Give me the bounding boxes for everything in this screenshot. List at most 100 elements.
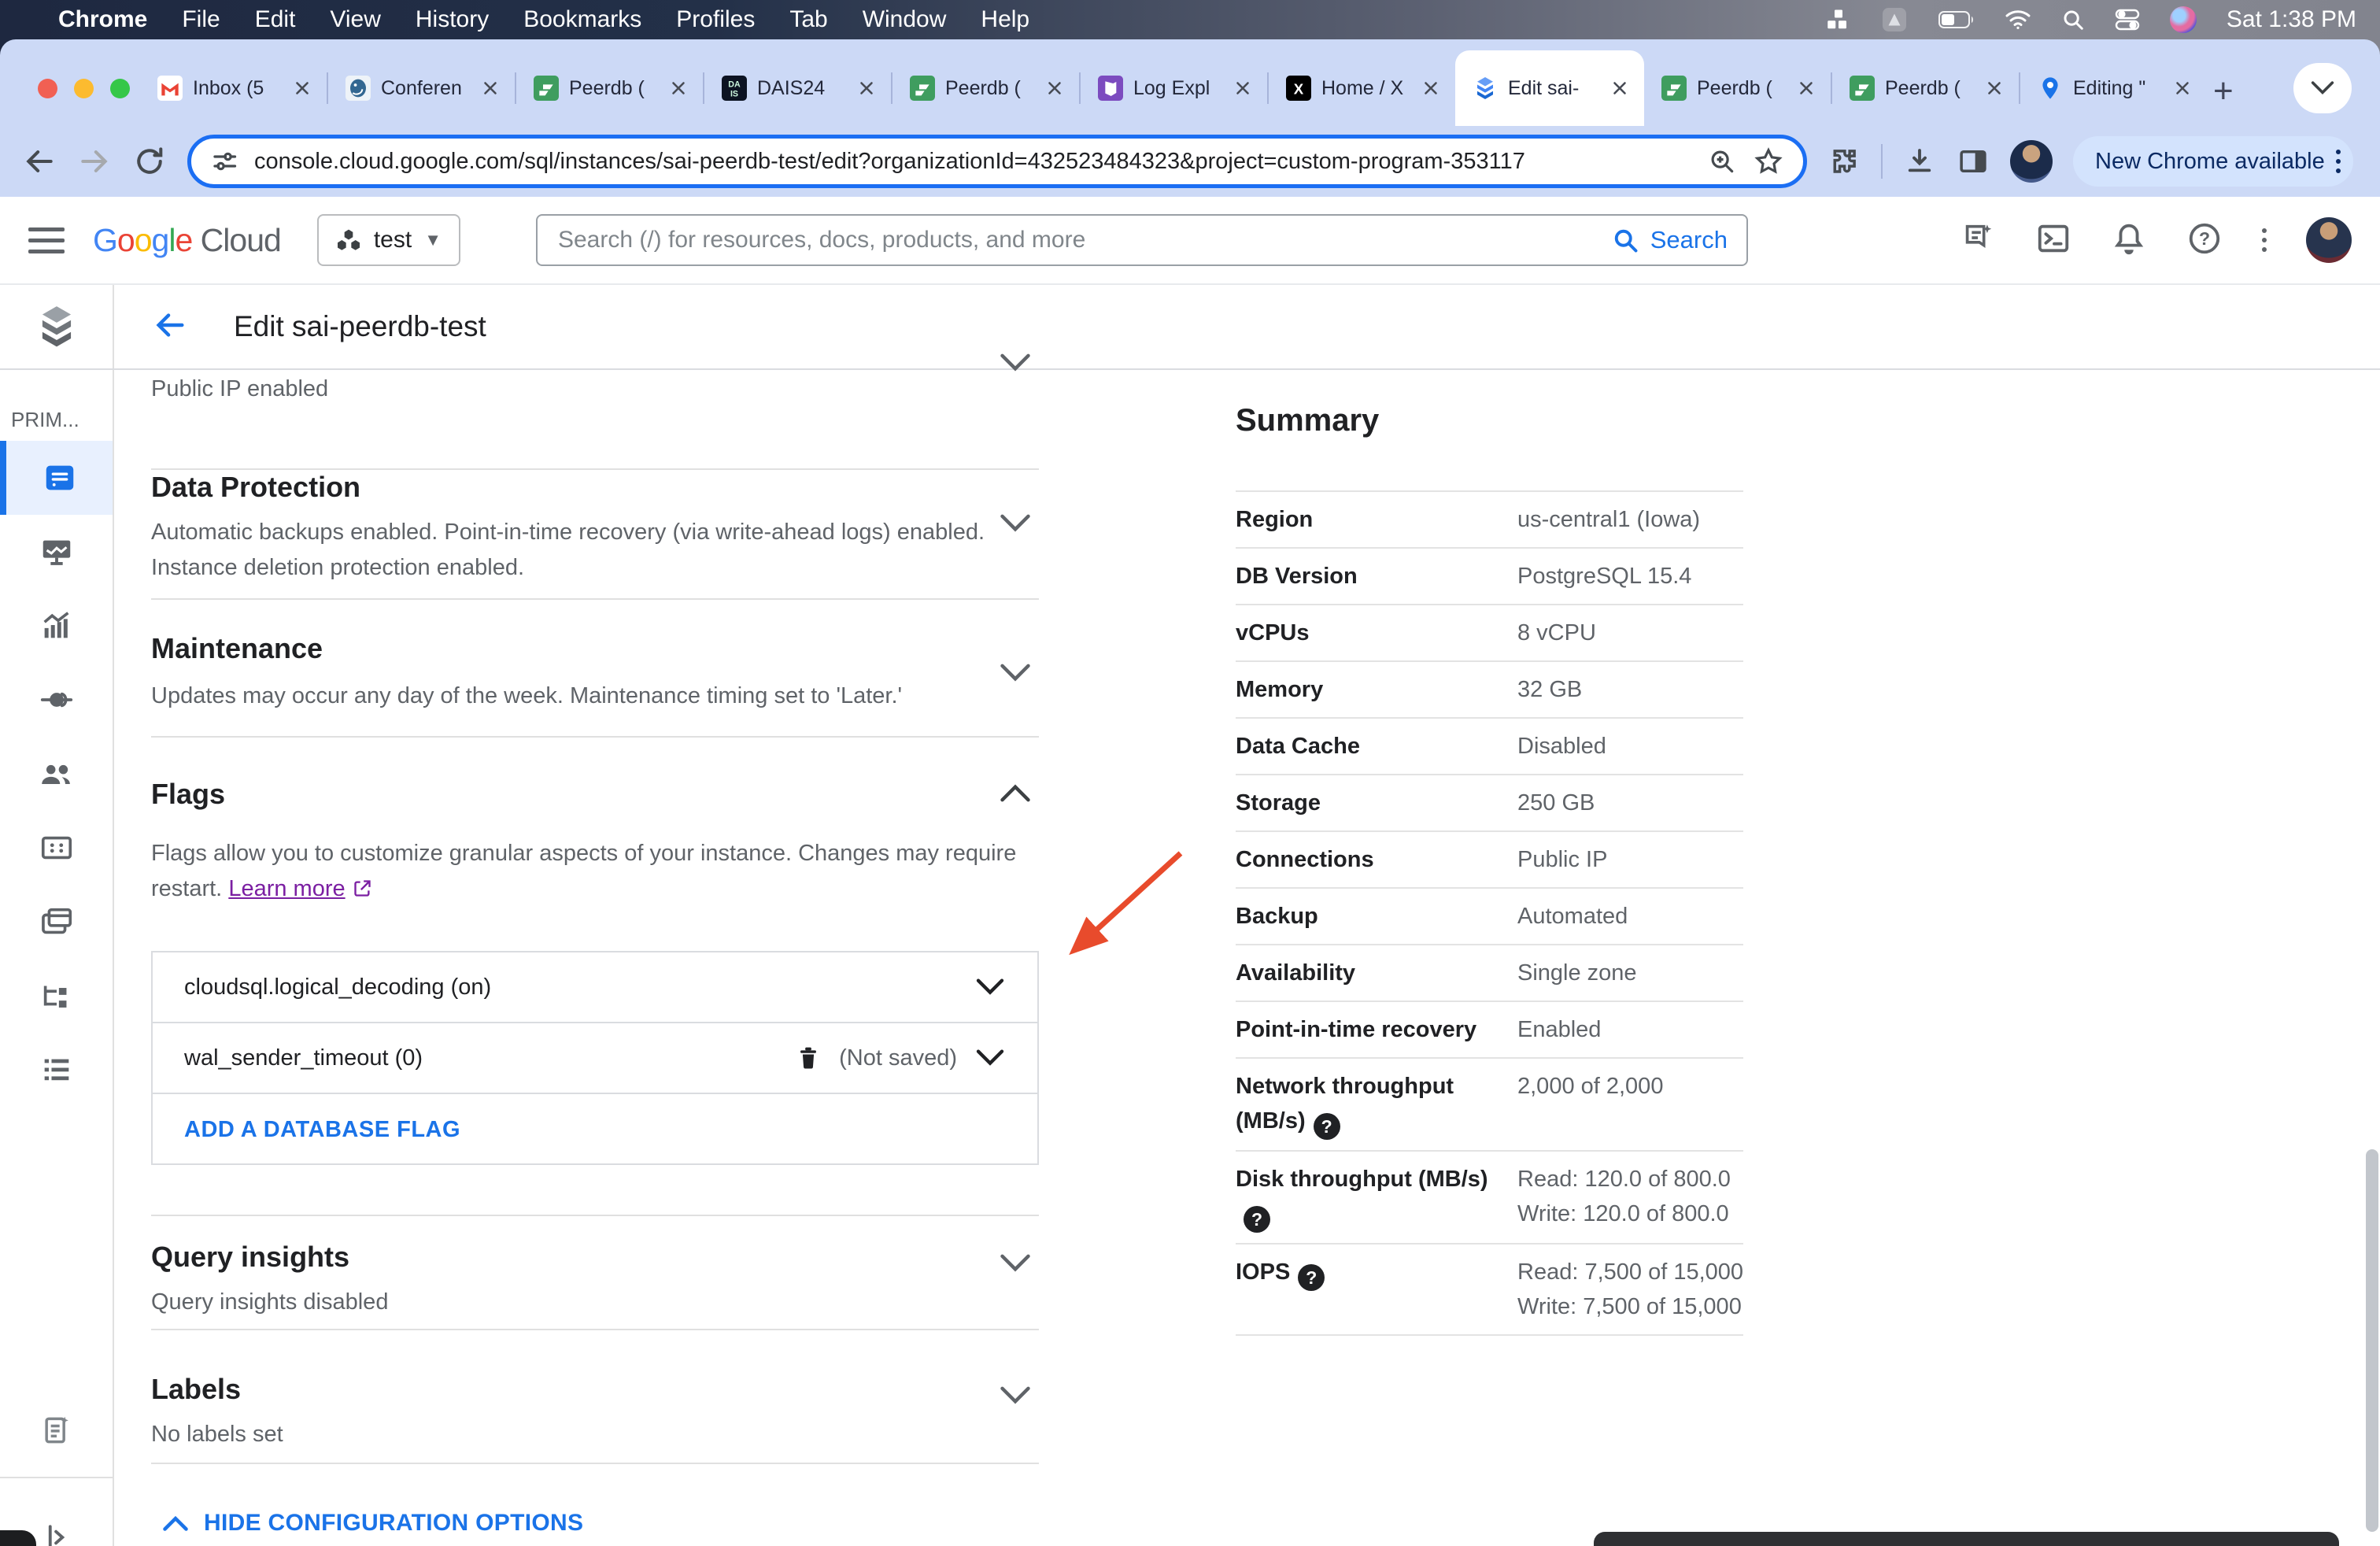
chevron-down-icon[interactable] [974, 976, 1006, 998]
sidebar-item-backups[interactable] [0, 885, 113, 959]
close-tab-icon[interactable] [292, 78, 312, 98]
close-tab-icon[interactable] [1796, 78, 1816, 98]
sidebar-item-operations[interactable] [0, 1033, 113, 1107]
wifi-icon[interactable] [2005, 9, 2031, 30]
labels-chevron-down-icon[interactable] [998, 1384, 1033, 1407]
downloads-icon[interactable] [1903, 145, 1936, 178]
close-window-button[interactable] [38, 79, 57, 98]
close-tab-icon[interactable] [1044, 78, 1065, 98]
tab[interactable]: Log Expl [1081, 50, 1267, 126]
help-icon[interactable]: ? [1244, 1206, 1270, 1233]
new-tab-button[interactable]: + [2213, 74, 2234, 109]
stats-menu-icon[interactable] [1827, 8, 1850, 31]
browser-menu-icon[interactable] [2335, 150, 2341, 173]
tab[interactable]: Peerdb ( [1832, 50, 2019, 126]
page-scrollbar[interactable] [2366, 1149, 2378, 1532]
minimize-window-button[interactable] [74, 79, 94, 98]
menu-item-tab[interactable]: Tab [789, 6, 827, 33]
bookmark-star-icon[interactable] [1753, 146, 1784, 177]
omnibox[interactable]: console.cloud.google.com/sql/instances/s… [187, 135, 1807, 188]
chrome-update-pill[interactable]: New Chrome available [2073, 136, 2353, 187]
hide-configuration-options-button[interactable]: HIDE CONFIGURATION OPTIONS [161, 1510, 583, 1537]
summary-label: Memory [1236, 677, 1324, 702]
app-menu-icon[interactable] [1880, 6, 1909, 34]
close-tab-icon[interactable] [856, 78, 877, 98]
menu-item-help[interactable]: Help [981, 6, 1029, 33]
menu-item-history[interactable]: History [416, 6, 489, 33]
flag-row[interactable]: cloudsql.logical_decoding (on) [153, 952, 1037, 1023]
close-tab-icon[interactable] [668, 78, 689, 98]
close-tab-icon[interactable] [1421, 78, 1441, 98]
tab[interactable]: Conferen [328, 50, 515, 126]
tab[interactable]: Peerdb ( [516, 50, 703, 126]
tab[interactable]: DA IS DAIS24 [704, 50, 891, 126]
forward-icon[interactable] [77, 144, 112, 179]
cloud-shell-icon[interactable] [2035, 220, 2071, 261]
chevron-down-icon[interactable] [974, 1047, 1006, 1069]
nav-menu-icon[interactable] [28, 227, 65, 253]
tab-active[interactable]: Edit sai- [1455, 50, 1644, 126]
side-panel-icon[interactable] [1957, 145, 1990, 178]
maintenance-chevron-down-icon[interactable] [998, 661, 1033, 685]
back-arrow-icon[interactable] [152, 307, 188, 347]
menu-item-view[interactable]: View [330, 6, 380, 33]
menu-item-file[interactable]: File [182, 6, 220, 33]
sidebar-item-databases[interactable] [0, 811, 113, 885]
sidebar-item-overview[interactable] [0, 441, 113, 515]
menu-item-edit[interactable]: Edit [255, 6, 296, 33]
delete-flag-icon[interactable] [795, 1044, 822, 1072]
menu-item-profiles[interactable]: Profiles [676, 6, 755, 33]
close-tab-icon[interactable] [1984, 78, 2005, 98]
learn-more-link[interactable]: Learn more [228, 876, 345, 901]
tab-search-button[interactable] [2293, 63, 2352, 113]
add-database-flag-button[interactable]: ADD A DATABASE FLAG [184, 1117, 460, 1143]
siri-icon[interactable] [2169, 6, 2197, 33]
public-ip-chevron-down-icon[interactable] [998, 351, 1033, 375]
console-search-input[interactable] [556, 226, 1597, 254]
sidebar-item-query-insights[interactable] [0, 589, 113, 663]
sidebar-item-users[interactable] [0, 737, 113, 811]
close-tab-icon[interactable] [480, 78, 501, 98]
tab[interactable]: Peerdb ( [1644, 50, 1831, 126]
sidebar-item-replicas[interactable] [0, 959, 113, 1033]
menu-item-window[interactable]: Window [863, 6, 947, 33]
console-more-icon[interactable] [2262, 228, 2267, 252]
sidebar-item-release-notes[interactable] [0, 1393, 113, 1467]
browser-profile-avatar[interactable] [2010, 140, 2053, 183]
release-notes-icon[interactable] [1960, 220, 1996, 261]
help-icon[interactable]: ? [1313, 1113, 1340, 1140]
help-icon[interactable]: ? [1298, 1264, 1325, 1291]
tab[interactable]: Peerdb ( [893, 50, 1079, 126]
zoom-window-button[interactable] [110, 79, 130, 98]
sidebar-item-system-insights[interactable] [0, 515, 113, 589]
sidebar-item-connections[interactable] [0, 663, 113, 737]
account-avatar[interactable] [2306, 217, 2352, 263]
extensions-icon[interactable] [1828, 145, 1861, 178]
site-settings-icon[interactable] [210, 147, 238, 176]
reload-icon[interactable] [132, 144, 167, 179]
flag-row[interactable]: wal_sender_timeout (0) (Not saved) [153, 1023, 1037, 1094]
zoom-in-page-icon[interactable] [1707, 146, 1737, 176]
notifications-bell-icon[interactable] [2111, 220, 2147, 261]
data-protection-chevron-down-icon[interactable] [998, 512, 1033, 535]
close-tab-icon[interactable] [1232, 78, 1253, 98]
console-search-box[interactable]: Search [535, 214, 1748, 266]
back-icon[interactable] [22, 144, 57, 179]
menu-bar-clock[interactable]: Sat 1:38 PM [2227, 6, 2356, 33]
battery-icon[interactable] [1938, 10, 1975, 29]
query-insights-chevron-down-icon[interactable] [998, 1252, 1033, 1275]
menu-item-bookmarks[interactable]: Bookmarks [523, 6, 641, 33]
control-center-icon[interactable] [2115, 8, 2140, 31]
flags-chevron-up-icon[interactable] [998, 781, 1033, 804]
menu-item-chrome[interactable]: Chrome [58, 6, 147, 33]
close-tab-icon[interactable] [2172, 78, 2193, 98]
help-icon[interactable]: ? [2186, 220, 2223, 261]
tab[interactable]: Inbox (5 [140, 50, 327, 126]
tab[interactable]: X Home / X [1269, 50, 1455, 126]
tab[interactable]: Editing " [2020, 50, 2207, 126]
spotlight-search-icon[interactable] [2061, 8, 2085, 31]
google-cloud-logo[interactable]: Google Cloud [93, 222, 282, 259]
close-tab-icon[interactable] [1609, 78, 1630, 98]
console-search-button[interactable]: Search [1611, 226, 1728, 254]
project-selector[interactable]: test ▼ [316, 214, 460, 266]
